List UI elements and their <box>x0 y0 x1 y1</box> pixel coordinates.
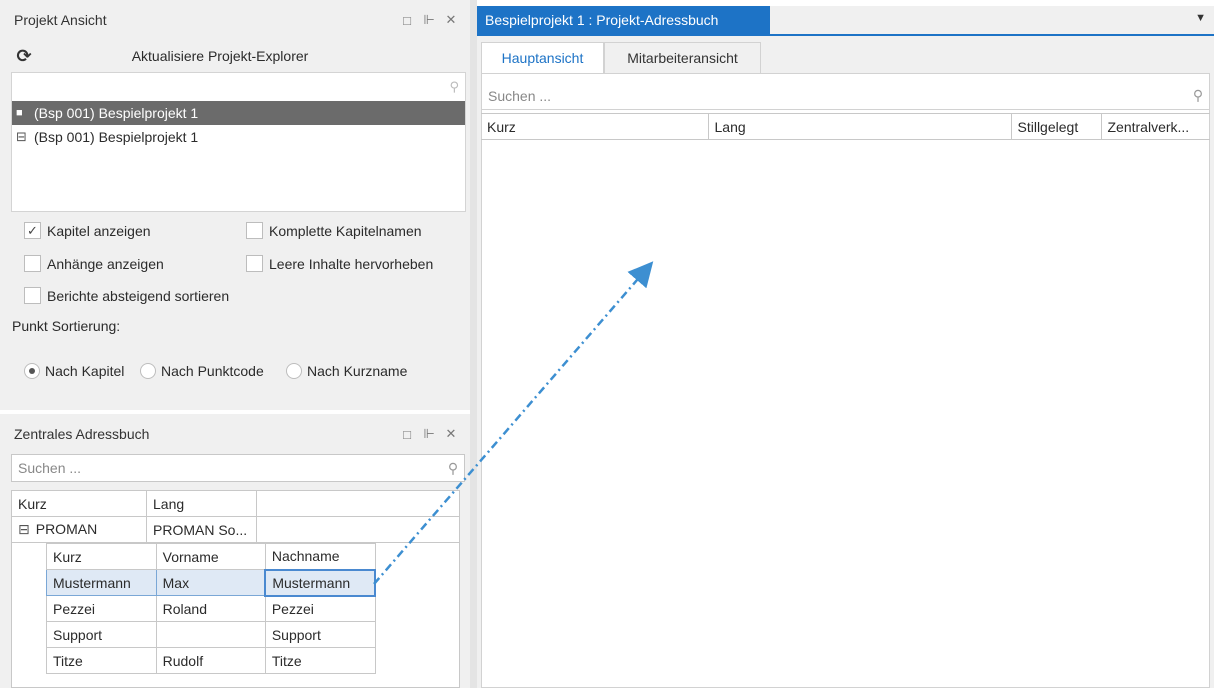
table-header-row: Kurz Lang <box>12 491 459 517</box>
address-book-panel: Zentrales Adressbuch □ ⊩ ✕ Suchen ... ⚲ … <box>0 414 470 688</box>
address-search-input[interactable]: Suchen ... ⚲ <box>11 454 465 482</box>
checkbox-checked[interactable]: ✓ <box>24 222 41 239</box>
table-header-row: Kurz Lang Stillgelegt Zentralverk... <box>481 113 1210 140</box>
radio[interactable] <box>140 363 156 379</box>
column-header-stillgelegt[interactable]: Stillgelegt <box>1010 113 1102 140</box>
main-content: Suchen ... ⚲ Kurz Lang Stillgelegt Zentr… <box>481 73 1210 688</box>
checkbox[interactable] <box>246 255 263 272</box>
address-table: Kurz Lang ⊟ PROMAN PROMAN So... <box>12 491 459 543</box>
search-icon[interactable]: ⚲ <box>1187 87 1209 104</box>
document-tab-active[interactable]: Bespielprojekt 1 : Projekt-Adressbuch <box>477 6 770 34</box>
column-header-kurz[interactable]: Kurz <box>481 113 709 140</box>
radio-nach-punktcode[interactable]: Nach Punktcode <box>140 363 264 379</box>
refresh-explorer-button[interactable]: ⟳ Aktualisiere Projekt-Explorer <box>12 42 464 70</box>
radio[interactable] <box>286 363 302 379</box>
maximize-icon[interactable]: □ <box>396 424 418 444</box>
pin-icon[interactable]: ⊩ <box>418 10 440 30</box>
search-icon[interactable]: ⚲ <box>442 460 464 477</box>
project-explorer-panel: Projekt Ansicht □ ⊩ ✕ ⟳ Aktualisiere Pro… <box>0 0 470 410</box>
checkbox[interactable] <box>24 287 41 304</box>
refresh-icon: ⟳ <box>16 45 32 66</box>
expand-toggle-icon[interactable]: ⊟ <box>18 521 30 537</box>
radio-nach-kapitel[interactable]: Nach Kapitel <box>24 363 124 379</box>
panel-splitter[interactable] <box>470 0 477 688</box>
column-header-vorname[interactable]: Vorname <box>155 543 266 570</box>
close-icon[interactable]: ✕ <box>440 10 462 30</box>
tree-search-strip[interactable]: ⚲ <box>12 73 465 101</box>
tree-item-label: (Bsp 001) Bespielprojekt 1 <box>34 105 199 121</box>
panel-title: Zentrales Adressbuch <box>14 426 150 442</box>
radio-nach-kurzname[interactable]: Nach Kurzname <box>286 363 407 379</box>
refresh-label: Aktualisiere Projekt-Explorer <box>131 48 309 64</box>
table-row-selected[interactable]: Mustermann Max Mustermann <box>46 568 376 597</box>
tab-mitarbeiteransicht[interactable]: Mitarbeiteransicht <box>604 42 761 74</box>
project-explorer-header: Projekt Ansicht □ ⊩ ✕ <box>0 6 470 34</box>
address-book-header: Zentrales Adressbuch □ ⊩ ✕ <box>0 420 470 448</box>
column-header-kurz[interactable]: Kurz <box>46 543 157 570</box>
panel-title: Projekt Ansicht <box>14 12 107 28</box>
search-icon: ⚲ <box>449 79 459 94</box>
table-row[interactable]: Titze Rudolf Titze <box>46 647 376 674</box>
column-header-kurz[interactable]: Kurz <box>12 491 147 517</box>
column-header-lang[interactable]: Lang <box>146 491 257 517</box>
document-tab-bar: Bespielprojekt 1 : Projekt-Adressbuch ▼ <box>477 6 1214 34</box>
tree-item-label: (Bsp 001) Bespielprojekt 1 <box>34 129 199 145</box>
table-row[interactable]: Support Support <box>46 621 376 648</box>
option-leere-inhalte[interactable]: Leere Inhalte hervorheben <box>246 255 433 272</box>
column-header-lang[interactable]: Lang <box>707 113 1012 140</box>
group-lang: PROMAN So... <box>146 516 257 543</box>
option-berichte-absteigend[interactable]: Berichte absteigend sortieren <box>24 287 229 304</box>
checkbox[interactable] <box>246 222 263 239</box>
close-icon[interactable]: ✕ <box>440 424 462 444</box>
collapse-toggle-icon[interactable]: ⊟ <box>16 129 34 145</box>
project-tree: ⚲ ■ (Bsp 001) Bespielprojekt 1 ⊟ (Bsp 00… <box>11 72 466 212</box>
checkbox[interactable] <box>24 255 41 272</box>
column-header-zentralverk[interactable]: Zentralverk... <box>1100 113 1210 140</box>
sort-label: Punkt Sortierung: <box>12 318 121 334</box>
option-anhaenge-anzeigen[interactable]: Anhänge anzeigen <box>24 255 164 272</box>
option-kapitel-anzeigen[interactable]: ✓ Kapitel anzeigen <box>24 222 151 239</box>
radio-selected[interactable] <box>24 363 40 379</box>
pin-icon[interactable]: ⊩ <box>418 424 440 444</box>
sub-address-table: Kurz Vorname Nachname Mustermann Max Mus… <box>46 543 376 674</box>
column-header-nachname[interactable]: Nachname <box>264 543 376 570</box>
group-row[interactable]: ⊟ PROMAN PROMAN So... <box>12 516 459 543</box>
group-kurz: PROMAN <box>35 521 98 537</box>
tree-item[interactable]: ⊟ (Bsp 001) Bespielprojekt 1 <box>12 125 465 149</box>
document-search-input[interactable]: Suchen ... ⚲ <box>482 82 1209 110</box>
document-grid-header: Kurz Lang Stillgelegt Zentralverk... <box>481 113 1210 140</box>
tab-hauptansicht[interactable]: Hauptansicht <box>481 42 604 74</box>
maximize-icon[interactable]: □ <box>396 10 418 30</box>
chevron-down-icon[interactable]: ▼ <box>1195 12 1206 24</box>
address-grid: Kurz Lang ⊟ PROMAN PROMAN So... Kurz Vorn… <box>11 490 460 688</box>
tree-item-selected[interactable]: ■ (Bsp 001) Bespielprojekt 1 <box>12 101 465 125</box>
table-row[interactable]: Pezzei Roland Pezzei <box>46 595 376 622</box>
sub-header-row: Kurz Vorname Nachname <box>46 543 376 570</box>
collapse-toggle-icon[interactable]: ■ <box>16 107 34 119</box>
option-komplette-kapitelnamen[interactable]: Komplette Kapitelnamen <box>246 222 422 239</box>
